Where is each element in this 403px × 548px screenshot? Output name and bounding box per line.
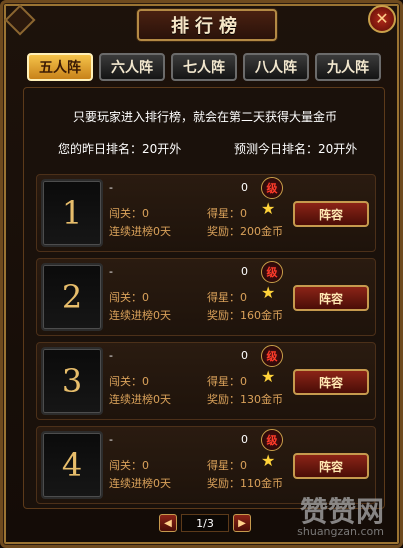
lineup-button[interactable]: 阵容 — [293, 369, 369, 395]
reward-gold: 奖励：110金币 — [207, 477, 283, 490]
watermark-logo: 赞赞网 — [299, 495, 384, 528]
notice-text: 只要玩家进入排行榜，就会在第二天获得大量金币 — [72, 110, 337, 124]
streak-days: 连续进榜0天 — [109, 393, 171, 406]
window-title: 排行榜 — [171, 16, 243, 37]
rank-number: 2 — [61, 278, 83, 316]
ranking-panel: 只要玩家进入排行榜，就会在第二天获得大量金币 您的昨日排名：20开外 预测今日排… — [23, 87, 385, 509]
star-icon: ★ — [261, 283, 276, 302]
streak-days: 连续进榜0天 — [109, 225, 171, 238]
leaderboard-window: 排行榜 ✕ 五人阵 六人阵 七人阵 八人阵 九人阵 只要玩家进入排行榜，就会在第… — [0, 0, 403, 548]
level-icon: 级 — [261, 177, 283, 199]
player-name: - — [109, 433, 113, 446]
lineup-button[interactable]: 阵容 — [293, 201, 369, 227]
rank-badge: 4 — [41, 431, 103, 499]
rank-row: 3 - 0 级 闯关：0 得星：0 ★ 连续进榜0天 奖励：130金币 阵容 — [36, 342, 376, 420]
watermark-url: shuangzan.com — [297, 525, 384, 538]
star-icon: ★ — [261, 367, 276, 386]
close-icon[interactable]: ✕ — [368, 5, 396, 33]
stars-earned: 得星：0 — [207, 375, 247, 388]
star-icon: ★ — [261, 451, 276, 470]
tab-formation[interactable]: 五人阵 — [27, 53, 93, 81]
streak-days: 连续进榜0天 — [109, 477, 171, 490]
tab-formation[interactable]: 八人阵 — [243, 53, 309, 81]
title-banner: 排行榜 — [137, 9, 277, 41]
rank-row: 1 - 0 级 闯关：0 得星：0 ★ 连续进榜0天 奖励：200金币 阵容 — [36, 174, 376, 252]
stages-cleared: 闯关：0 — [109, 207, 149, 220]
rank-badge: 2 — [41, 263, 103, 331]
player-name: - — [109, 181, 113, 194]
level-value: 0 — [241, 433, 248, 446]
reward-gold: 奖励：160金币 — [207, 309, 283, 322]
prev-page-icon[interactable]: ◀ — [159, 514, 177, 532]
player-name: - — [109, 265, 113, 278]
lineup-button[interactable]: 阵容 — [293, 453, 369, 479]
next-page-icon[interactable]: ▶ — [233, 514, 251, 532]
level-icon: 级 — [261, 429, 283, 451]
rank-number: 3 — [61, 362, 83, 400]
corner-ornament — [4, 4, 36, 36]
rank-row: 2 - 0 级 闯关：0 得星：0 ★ 连续进榜0天 奖励：160金币 阵容 — [36, 258, 376, 336]
formation-tabs: 五人阵 六人阵 七人阵 八人阵 九人阵 — [27, 53, 383, 85]
star-icon: ★ — [261, 199, 276, 218]
rank-number: 4 — [61, 446, 83, 484]
player-name: - — [109, 349, 113, 362]
rank-badge: 3 — [41, 347, 103, 415]
level-icon: 级 — [261, 345, 283, 367]
tab-formation[interactable]: 六人阵 — [99, 53, 165, 81]
pagination: ◀ 1/3 ▶ — [159, 513, 255, 533]
level-value: 0 — [241, 265, 248, 278]
page-indicator: 1/3 — [181, 514, 229, 532]
level-value: 0 — [241, 349, 248, 362]
reward-gold: 奖励：130金币 — [207, 393, 283, 406]
reward-gold: 奖励：200金币 — [207, 225, 283, 238]
stages-cleared: 闯关：0 — [109, 375, 149, 388]
rank-badge: 1 — [41, 179, 103, 247]
watermark: 赞赞网 shuangzan.com — [297, 495, 384, 538]
tab-formation[interactable]: 七人阵 — [171, 53, 237, 81]
stars-earned: 得星：0 — [207, 459, 247, 472]
level-icon: 级 — [261, 261, 283, 283]
stars-earned: 得星：0 — [207, 291, 247, 304]
stars-earned: 得星：0 — [207, 207, 247, 220]
rank-row: 4 - 0 级 闯关：0 得星：0 ★ 连续进榜0天 奖励：110金币 阵容 — [36, 426, 376, 504]
tab-formation[interactable]: 九人阵 — [315, 53, 381, 81]
level-value: 0 — [241, 181, 248, 194]
rank-number: 1 — [61, 194, 83, 232]
today-rank: 预测今日排名：20开外 — [234, 142, 358, 156]
yesterday-rank: 您的昨日排名：20开外 — [58, 142, 182, 156]
stages-cleared: 闯关：0 — [109, 459, 149, 472]
stages-cleared: 闯关：0 — [109, 291, 149, 304]
lineup-button[interactable]: 阵容 — [293, 285, 369, 311]
streak-days: 连续进榜0天 — [109, 309, 171, 322]
